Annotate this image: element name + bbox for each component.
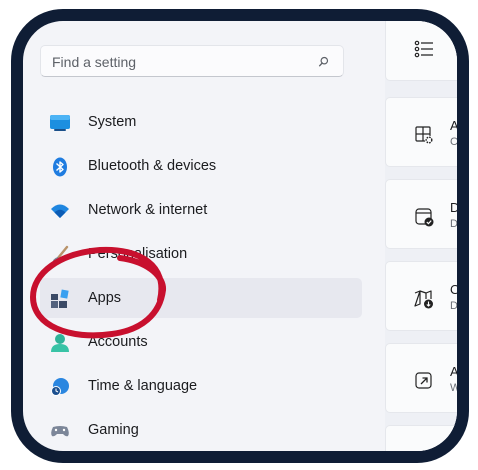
annotation-circle — [29, 246, 166, 339]
